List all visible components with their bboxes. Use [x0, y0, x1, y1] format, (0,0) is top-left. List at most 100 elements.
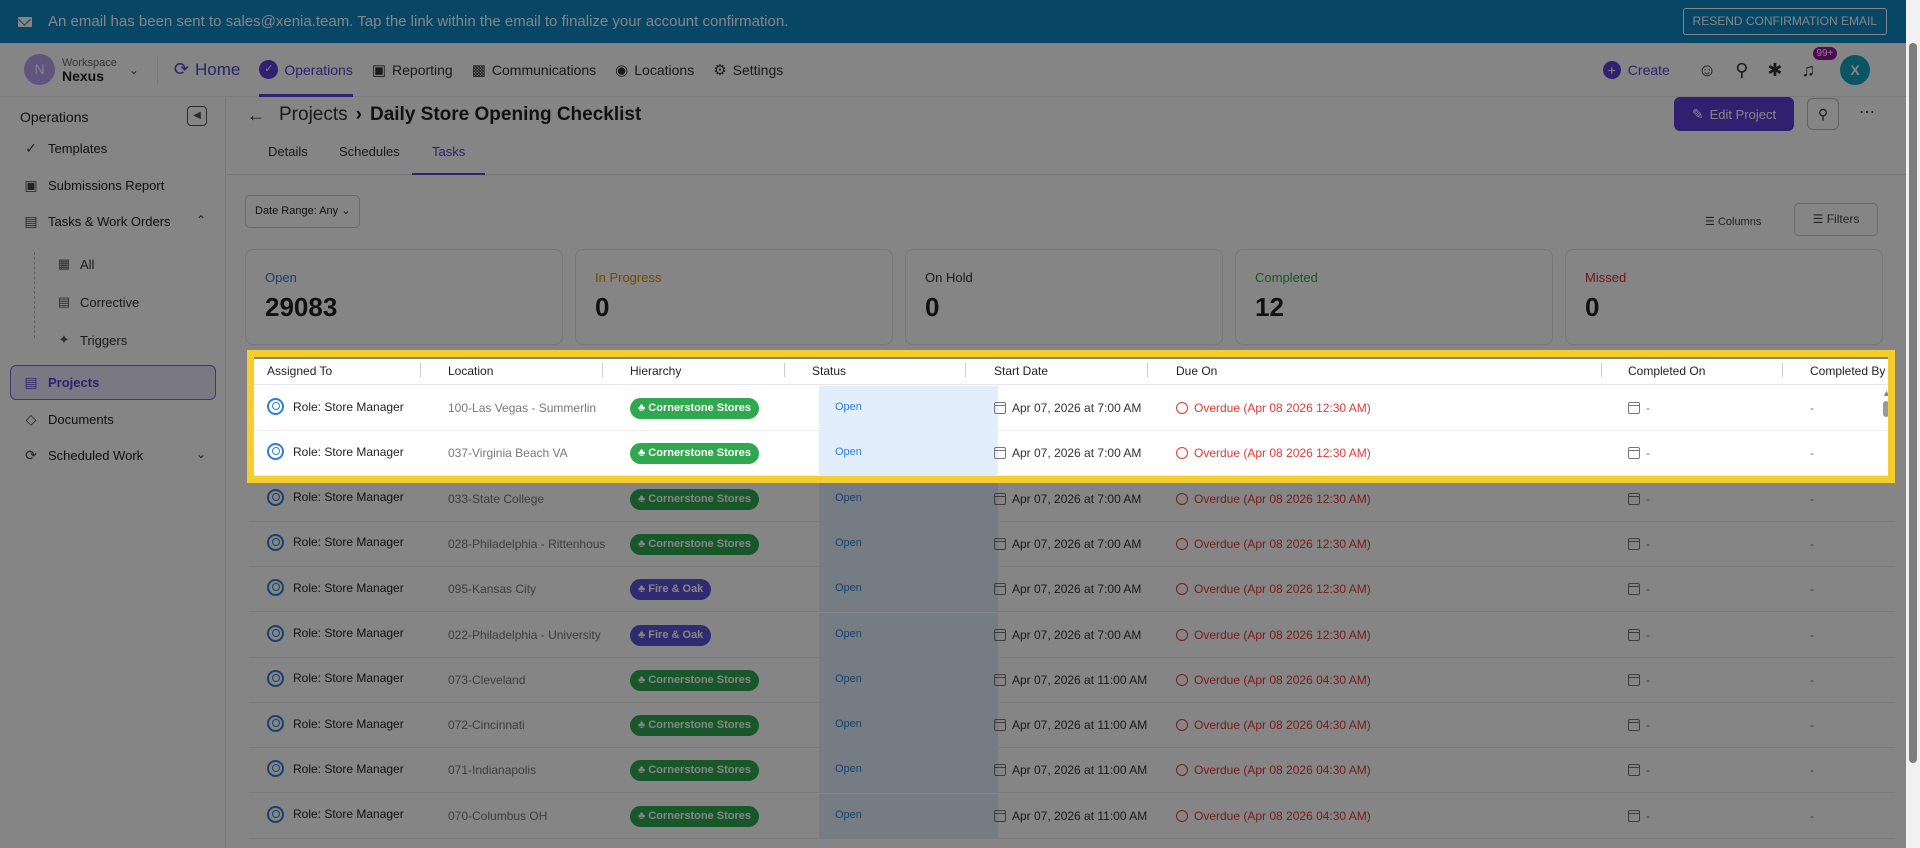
status-cell[interactable]: Open	[835, 446, 862, 458]
table-row[interactable]: Role: Store Manager 095-Kansas City ♣ Fire…	[249, 567, 1895, 613]
add-user-icon[interactable]: ☺	[1698, 60, 1716, 81]
column-divider[interactable]	[965, 363, 966, 377]
status-cell[interactable]: Open	[835, 401, 862, 413]
location-cell: 070-Columbus OH	[448, 808, 548, 823]
status-cell[interactable]: Open	[835, 628, 862, 640]
filters-button[interactable]: ☰ Filters	[1794, 203, 1878, 236]
page-scrollbar[interactable]	[1906, 0, 1920, 848]
tab-schedules[interactable]: Schedules	[339, 144, 400, 175]
table-row[interactable]: Role: Store Manager 033-State College ♣ Co…	[249, 476, 1895, 522]
hierarchy-icon: ♣	[638, 673, 649, 686]
back-arrow-icon[interactable]: ←	[247, 105, 265, 126]
sidebar-item-corrective[interactable]: ▤ Corrective	[56, 294, 139, 310]
hierarchy-icon: ♣	[638, 628, 649, 641]
stat-card-completed[interactable]: Completed 12	[1235, 249, 1553, 345]
sidebar-item-all[interactable]: ▦ All	[56, 256, 95, 272]
column-divider[interactable]	[1601, 363, 1602, 377]
table-row[interactable]: Role: Store Manager 072-Cincinnati ♣ Corne…	[249, 703, 1895, 749]
collapse-sidebar-icon[interactable]: ◀	[187, 106, 207, 126]
header-completed-by[interactable]: Completed By	[1810, 364, 1885, 378]
sidebar-item-triggers[interactable]: ✦ Triggers	[56, 332, 128, 348]
assigned-cell[interactable]: Role: Store Manager	[267, 805, 404, 823]
status-cell[interactable]: Open	[835, 492, 862, 504]
completed-on-cell: -	[1628, 763, 1650, 777]
assigned-cell[interactable]: Role: Store Manager	[267, 398, 404, 415]
tab-details[interactable]: Details	[268, 144, 308, 175]
tab-tasks[interactable]: Tasks	[412, 144, 486, 175]
sidebar-item-documents[interactable]: ◇ Documents	[22, 411, 114, 428]
key-button[interactable]: ⚲	[1807, 98, 1839, 130]
nav-communications[interactable]: ▩ Communications	[472, 43, 596, 97]
table-row[interactable]: Role: Store Manager 037-Virginia Beach VA…	[249, 431, 1895, 477]
stat-card-missed[interactable]: Missed 0	[1565, 249, 1883, 345]
nav-home[interactable]: ⟳ Home	[174, 43, 240, 97]
stat-card-open[interactable]: Open 29083	[245, 249, 563, 345]
bell-icon[interactable]: ♫ 99+	[1802, 46, 1838, 81]
table-scroll-up-icon[interactable]: ▲	[1882, 388, 1891, 398]
status-cell[interactable]: Open	[835, 582, 862, 594]
assigned-cell[interactable]: Role: Store Manager	[267, 624, 404, 642]
column-divider[interactable]	[602, 363, 603, 377]
table-row[interactable]: Role: Store Manager 100-Las Vegas - Summe…	[249, 386, 1895, 431]
assigned-cell[interactable]: Role: Store Manager	[267, 488, 404, 506]
assigned-cell[interactable]: Role: Store Manager	[267, 443, 404, 461]
sidebar-item-projects[interactable]: ▤ Projects	[22, 374, 99, 391]
date-range-dropdown[interactable]: Date Range: Any ⌄	[245, 195, 361, 228]
sidebar-item-tasks-work-orders[interactable]: ▤ Tasks & Work Orders	[22, 213, 170, 230]
scrollbar-thumb[interactable]	[1909, 43, 1917, 763]
nav-locations[interactable]: ◉ Locations	[615, 43, 694, 97]
status-cell[interactable]: Open	[835, 718, 862, 730]
table-row[interactable]: Role: Store Manager 071-Indianapolis ♣ Cor…	[249, 748, 1895, 794]
workspace-switcher[interactable]: N Workspace Nexus ⌄	[24, 54, 139, 85]
nav-settings[interactable]: ⚙ Settings	[713, 43, 783, 97]
header-hierarchy[interactable]: Hierarchy	[630, 364, 681, 378]
chevron-down-icon[interactable]: ⌄	[196, 447, 206, 461]
completed-on-label: -	[1646, 582, 1650, 597]
edit-project-button[interactable]: ✎ Edit Project	[1674, 97, 1794, 131]
completed-on-cell: -	[1628, 537, 1650, 551]
assigned-cell[interactable]: Role: Store Manager	[267, 533, 404, 551]
table-row[interactable]: Role: Store Manager 028-Philadelphia - Ri…	[249, 521, 1895, 567]
user-avatar[interactable]: X	[1840, 55, 1870, 85]
assigned-cell[interactable]: Role: Store Manager	[267, 669, 404, 687]
header-due-on[interactable]: Due On	[1176, 364, 1217, 378]
due-on-cell: Overdue (Apr 08 2026 04:30 AM)	[1176, 809, 1371, 823]
nav-operations[interactable]: ✓ Operations	[259, 43, 354, 97]
status-cell[interactable]: Open	[835, 763, 862, 775]
table-row[interactable]: Role: Store Manager 073-Cleveland ♣ Corner…	[249, 657, 1895, 703]
create-button[interactable]: + Create	[1602, 61, 1670, 79]
puzzle-icon[interactable]: ✱	[1767, 60, 1782, 81]
header-status[interactable]: Status	[812, 364, 846, 378]
columns-button[interactable]: ☰ Columns	[1705, 215, 1761, 228]
stat-card-on-hold[interactable]: On Hold 0	[905, 249, 1223, 345]
stat-card-in-progress[interactable]: In Progress 0	[575, 249, 893, 345]
header-assigned-to[interactable]: Assigned To	[267, 364, 332, 378]
table-row[interactable]: Role: Store Manager 022-Philadelphia - Un…	[249, 612, 1895, 658]
assigned-cell[interactable]: Role: Store Manager	[267, 715, 404, 733]
more-options-icon[interactable]: ⋯	[1859, 102, 1876, 122]
column-divider[interactable]	[1782, 363, 1783, 377]
telescope-icon[interactable]: ⚲	[1735, 60, 1748, 81]
assigned-cell[interactable]: Role: Store Manager	[267, 760, 404, 778]
header-start-date[interactable]: Start Date	[994, 364, 1048, 378]
nav-reporting[interactable]: ▣ Reporting	[372, 43, 453, 97]
chevron-up-icon[interactable]: ⌃	[196, 213, 206, 227]
sidebar-item-submissions-report[interactable]: ▣ Submissions Report	[22, 177, 164, 194]
resend-confirmation-button[interactable]: RESEND CONFIRMATION EMAIL	[1682, 8, 1887, 35]
table-scrollbar-thumb[interactable]	[1883, 401, 1889, 417]
column-divider[interactable]	[784, 363, 785, 377]
sidebar-item-scheduled-work[interactable]: ⟳ Scheduled Work	[22, 447, 143, 464]
status-cell[interactable]: Open	[835, 809, 862, 821]
status-cell[interactable]: Open	[835, 673, 862, 685]
header-completed-on[interactable]: Completed On	[1628, 364, 1705, 378]
column-divider[interactable]	[420, 363, 421, 377]
header-location[interactable]: Location	[448, 364, 493, 378]
table-row[interactable]: Role: Store Manager 070-Columbus OH ♣ Corn…	[249, 793, 1895, 839]
start-date-label: Apr 07, 2026 at 7:00 AM	[1012, 446, 1142, 461]
breadcrumb-projects-link[interactable]: Projects	[279, 104, 348, 126]
assigned-cell[interactable]: Role: Store Manager	[267, 579, 404, 597]
column-divider[interactable]	[1147, 363, 1148, 377]
status-cell[interactable]: Open	[835, 537, 862, 549]
sidebar-item-templates[interactable]: ✓ Templates	[22, 140, 107, 157]
stat-label: On Hold	[925, 270, 973, 285]
